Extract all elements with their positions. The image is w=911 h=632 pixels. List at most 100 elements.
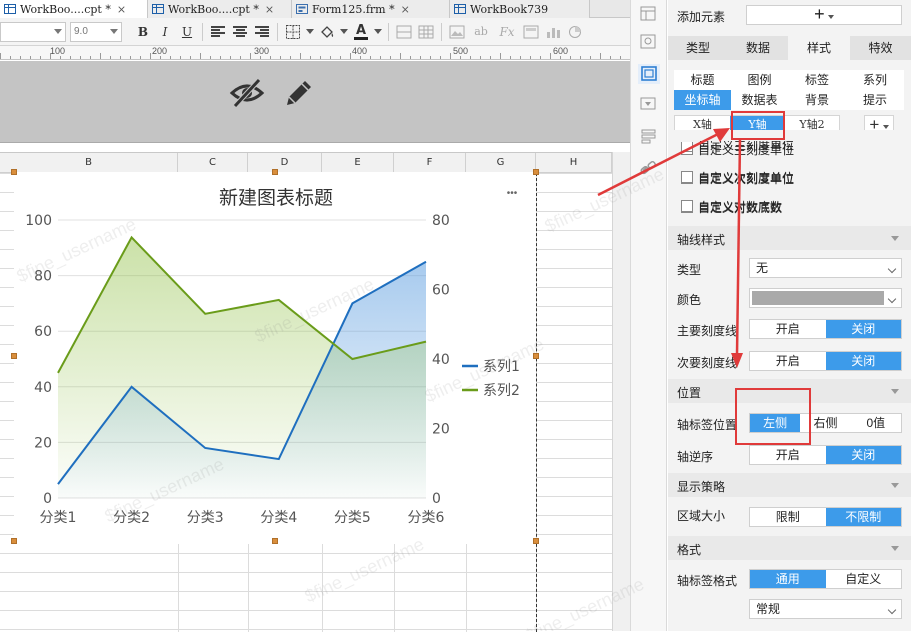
tab-data[interactable]: 数据 [728, 36, 788, 60]
underline-button[interactable]: U [176, 21, 198, 43]
cell-attribute-icon[interactable] [640, 6, 658, 22]
sub-tab-series[interactable]: 系列 [846, 70, 904, 90]
major-tick-off[interactable]: 关闭 [825, 320, 901, 338]
formula-icon[interactable]: Fx [494, 21, 520, 43]
merge-cells-icon[interactable] [393, 21, 415, 43]
tab-effect[interactable]: 特效 [850, 36, 911, 60]
sub-tab-grid: 标题 图例 标签 系列 坐标轴 数据表 背景 提示 [674, 70, 904, 110]
sub-report-icon[interactable] [520, 21, 542, 43]
area-limit[interactable]: 限制 [750, 508, 826, 526]
section-format[interactable]: 格式 [668, 536, 911, 560]
resize-handle[interactable] [533, 169, 539, 175]
format-custom[interactable]: 自定义 [826, 570, 902, 588]
reverse-label: 轴逆序 [677, 450, 714, 464]
border-icon[interactable] [282, 21, 304, 43]
minor-tick-off[interactable]: 关闭 [825, 352, 901, 370]
column-header-b[interactable]: B [0, 153, 178, 173]
sub-tab-tooltip[interactable]: 提示 [846, 90, 904, 110]
checkbox-custom-major[interactable] [681, 142, 693, 152]
ruler-tick [220, 56, 221, 59]
tab-form[interactable]: Form125.frm * × [292, 0, 450, 18]
ruler-tick [390, 56, 391, 59]
sub-tab-axis[interactable]: 坐标轴 [674, 90, 731, 110]
italic-button[interactable]: I [154, 21, 176, 43]
resize-handle[interactable] [533, 538, 539, 544]
tab-workbook-1[interactable]: WorkBoo....cpt * × [0, 0, 148, 18]
checkbox-custom-log[interactable] [681, 200, 693, 212]
resize-handle[interactable] [11, 538, 17, 544]
tab-workbook-2[interactable]: WorkBoo....cpt * × [148, 0, 292, 18]
tab-style[interactable]: 样式 [788, 36, 850, 60]
condition-icon[interactable] [640, 96, 658, 112]
text-abc-icon[interactable]: ab [468, 21, 494, 43]
column-header-c[interactable]: C [178, 153, 248, 173]
chart-container[interactable]: 新建图表标题 ••• 0 20 40 60 80 100 0 20 40 60 80 分类1 分类2 分类3 分… [14, 172, 536, 544]
chevron-down-icon[interactable] [304, 21, 316, 43]
section-display[interactable]: 显示策略 [668, 473, 911, 497]
sub-tab-label[interactable]: 标签 [788, 70, 846, 90]
area-unlimit[interactable]: 不限制 [825, 508, 901, 526]
eye-off-icon[interactable] [229, 77, 265, 109]
chevron-down-icon[interactable] [338, 21, 350, 43]
ruler-mark: 300 [254, 46, 270, 56]
add-element-button[interactable]: + [746, 5, 902, 25]
chart-pie-icon[interactable] [564, 21, 586, 43]
y-right-tick-label: 20 [432, 422, 450, 438]
close-icon[interactable]: × [401, 3, 410, 16]
column-header-d[interactable]: D [248, 153, 322, 173]
sub-tab-background[interactable]: 背景 [788, 90, 846, 110]
minor-tick-on[interactable]: 开启 [750, 352, 826, 370]
font-family-select[interactable] [0, 21, 66, 42]
widget-icon[interactable] [640, 34, 658, 50]
ruler-tick [560, 56, 561, 59]
column-header-h[interactable]: H [536, 153, 612, 173]
sub-tab-title[interactable]: 标题 [674, 70, 731, 90]
major-tick-on[interactable]: 开启 [750, 320, 826, 338]
align-right-icon[interactable] [251, 21, 273, 43]
font-size-select[interactable]: 9.0 [70, 21, 122, 42]
tab-type[interactable]: 类型 [668, 36, 728, 60]
close-icon[interactable]: × [117, 3, 126, 16]
font-color-button[interactable]: A [350, 21, 372, 43]
column-header-f[interactable]: F [394, 153, 466, 173]
fill-color-icon[interactable] [316, 21, 338, 43]
color-select[interactable] [749, 288, 902, 308]
sub-tab-legend[interactable]: 图例 [731, 70, 788, 90]
align-center-icon[interactable] [229, 21, 251, 43]
pencil-icon[interactable] [283, 77, 315, 109]
checkbox-custom-minor[interactable] [681, 171, 693, 183]
area-size-toggle: 限制 不限制 [749, 507, 902, 527]
sub-tab-datatable[interactable]: 数据表 [731, 90, 788, 110]
resize-handle[interactable] [11, 353, 17, 359]
stack-icon[interactable] [640, 128, 658, 144]
resize-handle[interactable] [11, 169, 17, 175]
ruler-tick [580, 56, 581, 59]
vertical-scrollbar[interactable] [612, 152, 630, 631]
resize-handle[interactable] [272, 538, 278, 544]
resize-handle[interactable] [272, 169, 278, 175]
minor-tick-label: 次要刻度线 [677, 356, 738, 370]
chart-attribute-icon[interactable] [638, 64, 660, 84]
color-label: 颜色 [677, 293, 702, 307]
label-position-zero[interactable]: 0值 [851, 414, 901, 432]
tab-workbook-739[interactable]: WorkBook739 [450, 0, 590, 18]
column-header-e[interactable]: E [322, 153, 394, 173]
bold-button[interactable]: B [132, 21, 154, 43]
chevron-down-icon[interactable] [372, 21, 384, 43]
link-icon[interactable] [640, 160, 658, 176]
type-select[interactable]: 无 [749, 258, 902, 278]
close-icon[interactable]: × [265, 3, 274, 16]
grid-row-line [0, 610, 612, 611]
align-left-icon[interactable] [207, 21, 229, 43]
reverse-on[interactable]: 开启 [750, 446, 826, 464]
resize-handle[interactable] [533, 353, 539, 359]
image-icon[interactable] [446, 21, 468, 43]
chart-insert-icon[interactable] [542, 21, 564, 43]
reverse-off[interactable]: 关闭 [825, 446, 901, 464]
column-header-g[interactable]: G [466, 153, 536, 173]
section-axis-style[interactable]: 轴线样式 [668, 226, 911, 250]
separator [388, 22, 389, 41]
grid-icon[interactable] [415, 21, 437, 43]
format-general[interactable]: 通用 [750, 570, 826, 588]
format-select[interactable]: 常规 [749, 599, 902, 619]
